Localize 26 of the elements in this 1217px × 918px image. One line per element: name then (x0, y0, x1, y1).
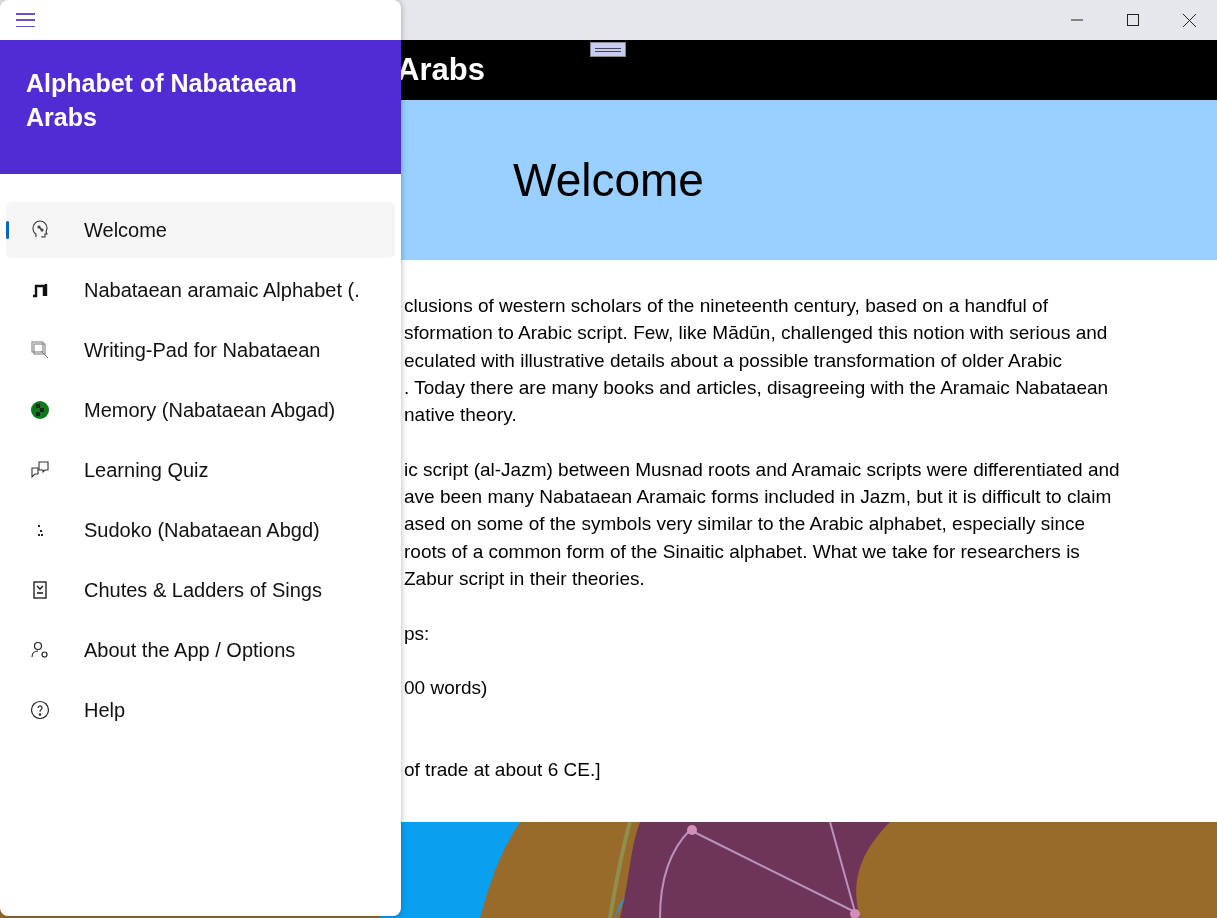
board-icon (30, 400, 50, 420)
body-paragraph: ic script (al-Jazm) between Musnad roots and Aramaic scripts were differentiated and ave been many Nabataean Aramaic forms included in Jazm, but it is difficult to claim ased on some of the symbols very similar to the Arabic alphabet, especially since roots of a common form of the Sinaitic alphabet. What we take for researchers is Zabur script in their theories. (404, 457, 1121, 591)
dots-icon (37, 524, 43, 536)
help-icon (30, 700, 50, 720)
chat-bubbles-icon (30, 460, 50, 480)
nav-item[interactable]: Help (6, 682, 395, 738)
nav-item[interactable]: Chutes & Ladders of Sings (6, 562, 395, 618)
body-paragraph: 00 words) (404, 676, 489, 701)
menu-icon[interactable] (16, 12, 36, 28)
banner-title: Welcome (513, 152, 704, 208)
card-icon (30, 580, 50, 600)
handle-icon[interactable] (590, 42, 626, 57)
header-title: Arabs (397, 50, 485, 89)
nav-item[interactable]: Welcome (6, 202, 395, 258)
nav-item[interactable]: Sudoko (Nabataean Abgd) (6, 502, 395, 558)
app-title: Alphabet of Nabataean Arabs (26, 68, 298, 133)
nav-item[interactable]: Learning Quiz (6, 442, 395, 498)
body-paragraph: clusions of western scholars of the nineteenth century, based on a handful of sformation to Arabic script. Few, like Mādūn, challenged this notion with serious and eculated with illustrative details about a possible transformation of older Arabic . Today there are many books and articles, disagreeing with the Aramaic Nabataean native theory. (404, 294, 1110, 428)
pad-pen-icon (30, 340, 50, 360)
head-icon (30, 220, 50, 240)
nav-item[interactable]: Writing-Pad for Nabataean (6, 322, 395, 378)
body-paragraph: ps: (404, 621, 431, 646)
nav-item[interactable]: Memory (Nabataean Abgad) (6, 382, 395, 438)
body-paragraph: of trade at about 6 CE.] (404, 758, 602, 783)
nav-item[interactable]: About the App / Options (6, 622, 395, 678)
nav-item[interactable]: Nabataean aramaic Alphabet (. (6, 262, 395, 318)
